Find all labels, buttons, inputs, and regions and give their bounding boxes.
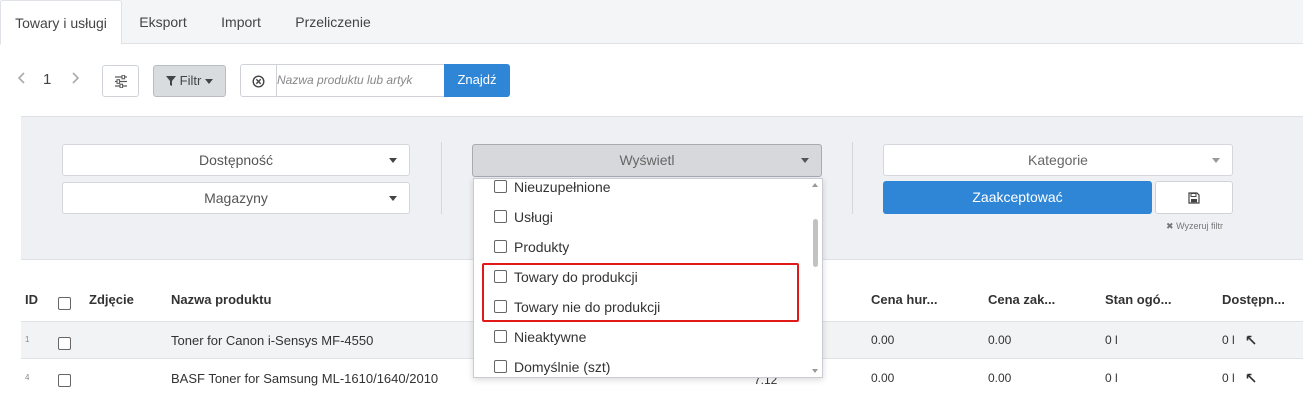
current-page: 1 bbox=[43, 71, 52, 88]
find-button[interactable]: Znajdź bbox=[444, 64, 510, 97]
availability-select-label: Dostępność bbox=[199, 152, 273, 168]
row-id: 1 bbox=[25, 335, 30, 344]
categories-select-label: Kategorie bbox=[1028, 152, 1088, 168]
row-wholesale-price: 0.00 bbox=[871, 333, 895, 347]
display-select[interactable]: Wyświetl bbox=[472, 144, 822, 177]
close-icon: ✖ bbox=[1166, 221, 1174, 231]
header-photo[interactable]: Zdjęcie bbox=[89, 292, 134, 307]
header-purchase-price[interactable]: Cena zak... bbox=[988, 292, 1055, 307]
funnel-icon bbox=[166, 76, 177, 86]
floppy-disk-icon bbox=[1188, 192, 1200, 204]
tab-bar: Towary i usługi Eksport Import Przelicze… bbox=[0, 0, 1303, 45]
chevron-down-icon bbox=[389, 158, 397, 163]
option-checkbox[interactable] bbox=[494, 210, 507, 223]
warehouses-select-label: Magazyny bbox=[204, 190, 268, 206]
option-default-pcs[interactable]: Domyślnie (szt) bbox=[474, 352, 810, 377]
tab-products-services[interactable]: Towary i usługi bbox=[0, 0, 122, 45]
option-label: Nieuzupełnione bbox=[514, 179, 611, 195]
row-checkbox[interactable] bbox=[58, 337, 71, 350]
option-checkbox[interactable] bbox=[494, 330, 507, 343]
chevron-down-icon bbox=[1212, 158, 1220, 163]
row-available: 0 l bbox=[1222, 371, 1235, 385]
option-checkbox[interactable] bbox=[494, 240, 507, 253]
row-id: 4 bbox=[25, 373, 30, 382]
dropdown-scrollbar[interactable] bbox=[808, 179, 822, 377]
header-id[interactable]: ID bbox=[25, 292, 38, 307]
option-label: Produkty bbox=[514, 239, 570, 255]
row-available: 0 l bbox=[1222, 333, 1235, 347]
option-incomplete[interactable]: Nieuzupełnione bbox=[474, 179, 810, 202]
filter-button[interactable]: Filtr bbox=[153, 65, 226, 97]
accept-button[interactable]: Zaakceptować bbox=[883, 181, 1152, 214]
categories-select[interactable]: Kategorie bbox=[883, 144, 1233, 176]
display-select-label: Wyświetl bbox=[619, 152, 675, 168]
availability-select[interactable]: Dostępność bbox=[62, 144, 410, 176]
select-all-checkbox[interactable] bbox=[58, 297, 71, 310]
option-label: Domyślnie (szt) bbox=[514, 359, 611, 375]
divider bbox=[441, 142, 442, 214]
row-purchase-price: 0.00 bbox=[988, 333, 1012, 347]
option-products[interactable]: Produkty bbox=[474, 232, 810, 262]
search-box bbox=[240, 64, 445, 97]
next-page-icon[interactable] bbox=[70, 71, 80, 89]
option-checkbox[interactable] bbox=[494, 180, 507, 193]
sliders-icon bbox=[115, 75, 127, 88]
caret-down-icon bbox=[204, 79, 213, 84]
settings-button[interactable] bbox=[102, 65, 139, 97]
reset-filter-link[interactable]: ✖ Wyzeruj filtr bbox=[1166, 221, 1223, 232]
option-label: Nieaktywne bbox=[514, 329, 587, 345]
header-total-stock[interactable]: Stan ogó... bbox=[1105, 292, 1171, 307]
save-filter-button[interactable] bbox=[1155, 181, 1233, 214]
filter-label: Filtr bbox=[179, 73, 202, 88]
row-product-name[interactable]: BASF Toner for Samsung ML-1610/1640/2010 bbox=[171, 371, 438, 386]
scroll-up-icon[interactable] bbox=[812, 183, 818, 187]
row-total-stock: 0 l bbox=[1105, 371, 1118, 385]
arrow-up-left-icon[interactable] bbox=[1246, 335, 1256, 345]
divider bbox=[852, 142, 853, 214]
clear-circle-icon[interactable] bbox=[252, 75, 265, 88]
arrow-up-left-icon[interactable] bbox=[1246, 373, 1256, 383]
warehouses-select[interactable]: Magazyny bbox=[62, 182, 410, 214]
tab-import[interactable]: Import bbox=[204, 0, 278, 44]
row-wholesale-price: 0.00 bbox=[871, 371, 895, 385]
chevron-down-icon bbox=[801, 158, 809, 163]
prev-page-icon[interactable] bbox=[17, 71, 27, 89]
option-inactive[interactable]: Nieaktywne bbox=[474, 322, 810, 352]
row-total-stock: 0 l bbox=[1105, 333, 1118, 347]
option-label: Usługi bbox=[514, 209, 553, 225]
header-product-name[interactable]: Nazwa produktu bbox=[171, 292, 271, 307]
scroll-down-icon[interactable] bbox=[812, 369, 818, 373]
reset-filter-label: Wyzeruj filtr bbox=[1176, 221, 1223, 231]
row-product-name[interactable]: Toner for Canon i-Sensys MF-4550 bbox=[171, 333, 373, 348]
header-available[interactable]: Dostępn... bbox=[1222, 292, 1285, 307]
scrollbar-thumb[interactable] bbox=[813, 219, 818, 267]
highlight-box bbox=[482, 263, 799, 322]
row-checkbox[interactable] bbox=[58, 374, 71, 387]
option-checkbox[interactable] bbox=[494, 360, 507, 373]
tab-export[interactable]: Eksport bbox=[122, 0, 204, 44]
tab-recalculation[interactable]: Przeliczenie bbox=[278, 0, 388, 44]
option-services[interactable]: Usługi bbox=[474, 202, 810, 232]
header-wholesale-price[interactable]: Cena hur... bbox=[871, 292, 937, 307]
search-input[interactable] bbox=[277, 65, 445, 95]
chevron-down-icon bbox=[389, 196, 397, 201]
row-purchase-price: 0.00 bbox=[988, 371, 1012, 385]
